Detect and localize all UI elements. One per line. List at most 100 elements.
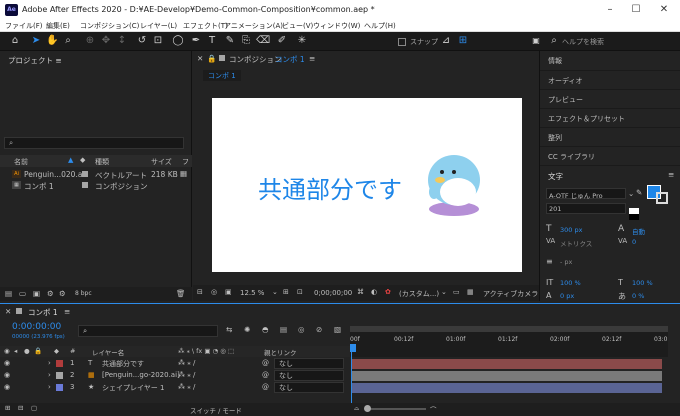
eyedropper-icon[interactable]: ✎	[636, 188, 642, 197]
panel-menu-icon[interactable]: ≡	[309, 54, 315, 63]
visibility-icon[interactable]: ◉	[4, 371, 10, 379]
pan-tool-icon[interactable]: ✥	[100, 35, 112, 47]
eraser-tool-icon[interactable]: ⌫	[256, 35, 270, 47]
always-preview-icon[interactable]: ⊟	[197, 288, 203, 296]
pickwhip-icon[interactable]: @	[262, 359, 269, 367]
menu-animation[interactable]: アニメーション(A)	[224, 21, 283, 31]
workspace-icon[interactable]: ▣	[530, 35, 542, 47]
tracking-value[interactable]: 0	[632, 238, 636, 246]
table-row[interactable]: ◉ › 1 T 共通部分です ⁂ ⁎ / @ なし	[0, 358, 680, 370]
leading-value[interactable]: 自動	[632, 226, 645, 236]
render-time-icon[interactable]: ⊞	[5, 404, 10, 412]
expand-arrow-icon[interactable]: ›	[48, 371, 51, 379]
table-row[interactable]: ◉ › 2 ▦ [Penguin...go-2020.ai] ⁂ ⁎ / @ な…	[0, 370, 680, 382]
chevron-down-icon[interactable]: ⌄	[272, 288, 278, 296]
kerning-value[interactable]: メトリクス	[560, 238, 592, 248]
col-more[interactable]: フ	[182, 157, 189, 167]
draft3d-icon[interactable]: ✺	[244, 325, 250, 334]
list-item[interactable]: ▦ コンポ 1 コンポジション	[0, 180, 192, 191]
pen-tool-icon[interactable]: ✒	[190, 35, 202, 47]
parent-dropdown[interactable]: なし	[274, 358, 344, 369]
label-swatch[interactable]	[56, 360, 63, 367]
anchor-tool-icon[interactable]: ⊡	[152, 35, 164, 47]
menu-composition[interactable]: コンポジション(C)	[80, 21, 139, 31]
orbit-tool-icon[interactable]: ⊕	[84, 35, 96, 47]
close-tab-icon[interactable]: ✕	[5, 307, 11, 316]
timeline-timecode[interactable]: 0:00:00:00	[12, 322, 61, 332]
frame-blend-icon[interactable]: ▤	[280, 325, 287, 334]
label-swatch[interactable]	[56, 372, 63, 379]
ellipse-tool-icon[interactable]: ◯	[172, 35, 184, 47]
visibility-icon[interactable]: ◉	[4, 383, 10, 391]
menu-layer[interactable]: レイヤー(L)	[140, 21, 177, 31]
list-item[interactable]: Ai Penguin...020.ai ベクトルアート 218 KB ▦	[0, 169, 192, 180]
menu-view[interactable]: ビュー(V)	[282, 21, 313, 31]
panel-align[interactable]: 整列	[540, 127, 680, 146]
close-button[interactable]: ✕	[654, 2, 674, 18]
panel-effects-presets[interactable]: エフェクト＆プリセット	[540, 108, 680, 127]
tsume-value[interactable]: 0 %	[632, 292, 644, 300]
expand-arrow-icon[interactable]: ›	[48, 359, 51, 367]
trash-icon[interactable]: 🗑	[176, 289, 186, 298]
panel-cc-libraries[interactable]: CC ライブラリ	[540, 146, 680, 165]
interpret-footage-icon[interactable]: ▤	[5, 289, 12, 298]
resolution-icon[interactable]: ⊞	[283, 288, 289, 296]
settings-icon[interactable]: ⚙	[47, 289, 54, 298]
motion-blur-icon[interactable]: ◎	[298, 325, 305, 334]
font-size-value[interactable]: 300 px	[560, 226, 582, 234]
bpc-button[interactable]: 8 bpc	[75, 290, 92, 297]
menu-effect[interactable]: エフェクト(T)	[183, 21, 228, 31]
layer-switches[interactable]: ⁂ ⁎ /	[178, 383, 195, 391]
roto-tool-icon[interactable]: ✐	[276, 35, 288, 47]
baseline-shift-value[interactable]: 0 px	[560, 292, 574, 300]
zoom-slider[interactable]	[366, 408, 426, 410]
panel-preview[interactable]: プレビュー	[540, 89, 680, 108]
panel-menu-icon[interactable]: ≡	[55, 56, 61, 65]
hand-tool-icon[interactable]: ✋	[46, 35, 58, 47]
region-icon[interactable]: ▭	[453, 288, 460, 296]
layer-name[interactable]: 共通部分です	[102, 359, 144, 369]
panel-info[interactable]: 情報	[540, 51, 680, 70]
label-swatch[interactable]	[56, 384, 63, 391]
stroke-width-value[interactable]: - px	[560, 258, 572, 266]
label-swatch[interactable]	[82, 171, 88, 177]
new-folder-icon[interactable]: ▭	[19, 289, 26, 298]
parent-dropdown[interactable]: なし	[274, 370, 344, 381]
puppet-tool-icon[interactable]: ✳	[296, 35, 308, 47]
new-comp-icon[interactable]: ▣	[33, 289, 40, 298]
parent-dropdown[interactable]: なし	[274, 382, 344, 393]
vr-icon[interactable]: ◎	[211, 288, 217, 296]
comp-flow-chip[interactable]: コンポ 1	[203, 70, 241, 81]
snap-checkbox[interactable]	[398, 38, 406, 46]
close-tab-icon[interactable]: ✕	[197, 54, 203, 63]
home-icon[interactable]: ⌂	[9, 35, 21, 47]
comp-canvas[interactable]: 共通部分です	[212, 98, 522, 272]
comp-tab-prefix[interactable]: コンポジション	[229, 54, 282, 65]
panel-audio[interactable]: オーディオ	[540, 70, 680, 89]
grid-icon[interactable]: ⊡	[297, 288, 303, 296]
font-style-dropdown[interactable]: 201	[546, 203, 626, 214]
channel-icon[interactable]: ✿	[385, 288, 391, 296]
font-family-dropdown[interactable]: A-OTF じゅん Pro	[546, 188, 626, 200]
maximize-button[interactable]: ☐	[626, 2, 646, 18]
layer-graph-icon[interactable]: ▧	[334, 325, 341, 334]
comp-flow-icon[interactable]: ⇆	[226, 325, 232, 334]
pickwhip-icon[interactable]: @	[262, 371, 269, 379]
chevron-down-icon[interactable]: ⌄	[441, 288, 447, 296]
menu-window[interactable]: ウィンドウ(W)	[313, 21, 360, 31]
layer-switches[interactable]: ⁂ ⁎ /	[178, 371, 195, 379]
chevron-down-icon[interactable]: ⌄	[628, 189, 634, 198]
expand-arrow-icon[interactable]: ›	[48, 383, 51, 391]
rotate-tool-icon[interactable]: ↺	[136, 35, 148, 47]
dolly-tool-icon[interactable]: ↕	[116, 35, 128, 47]
stroke-color-swatch[interactable]	[656, 192, 668, 204]
layer-duration-bar[interactable]	[352, 371, 662, 381]
camera-dropdown[interactable]: (カスタム...)	[399, 289, 439, 299]
brush-tool-icon[interactable]: ✎	[224, 35, 236, 47]
time-ruler[interactable]: 00f 00:12f 01:00f 01:12f 02:00f 02:12f 0…	[350, 326, 668, 357]
active-camera-dropdown[interactable]: アクティブカメラ	[483, 289, 538, 299]
clone-tool-icon[interactable]: ⎘	[240, 35, 252, 47]
current-time[interactable]: 0;00;00;00	[314, 289, 352, 297]
work-area-bar[interactable]	[350, 326, 668, 332]
graph-editor-icon[interactable]: ⊘	[316, 325, 322, 334]
